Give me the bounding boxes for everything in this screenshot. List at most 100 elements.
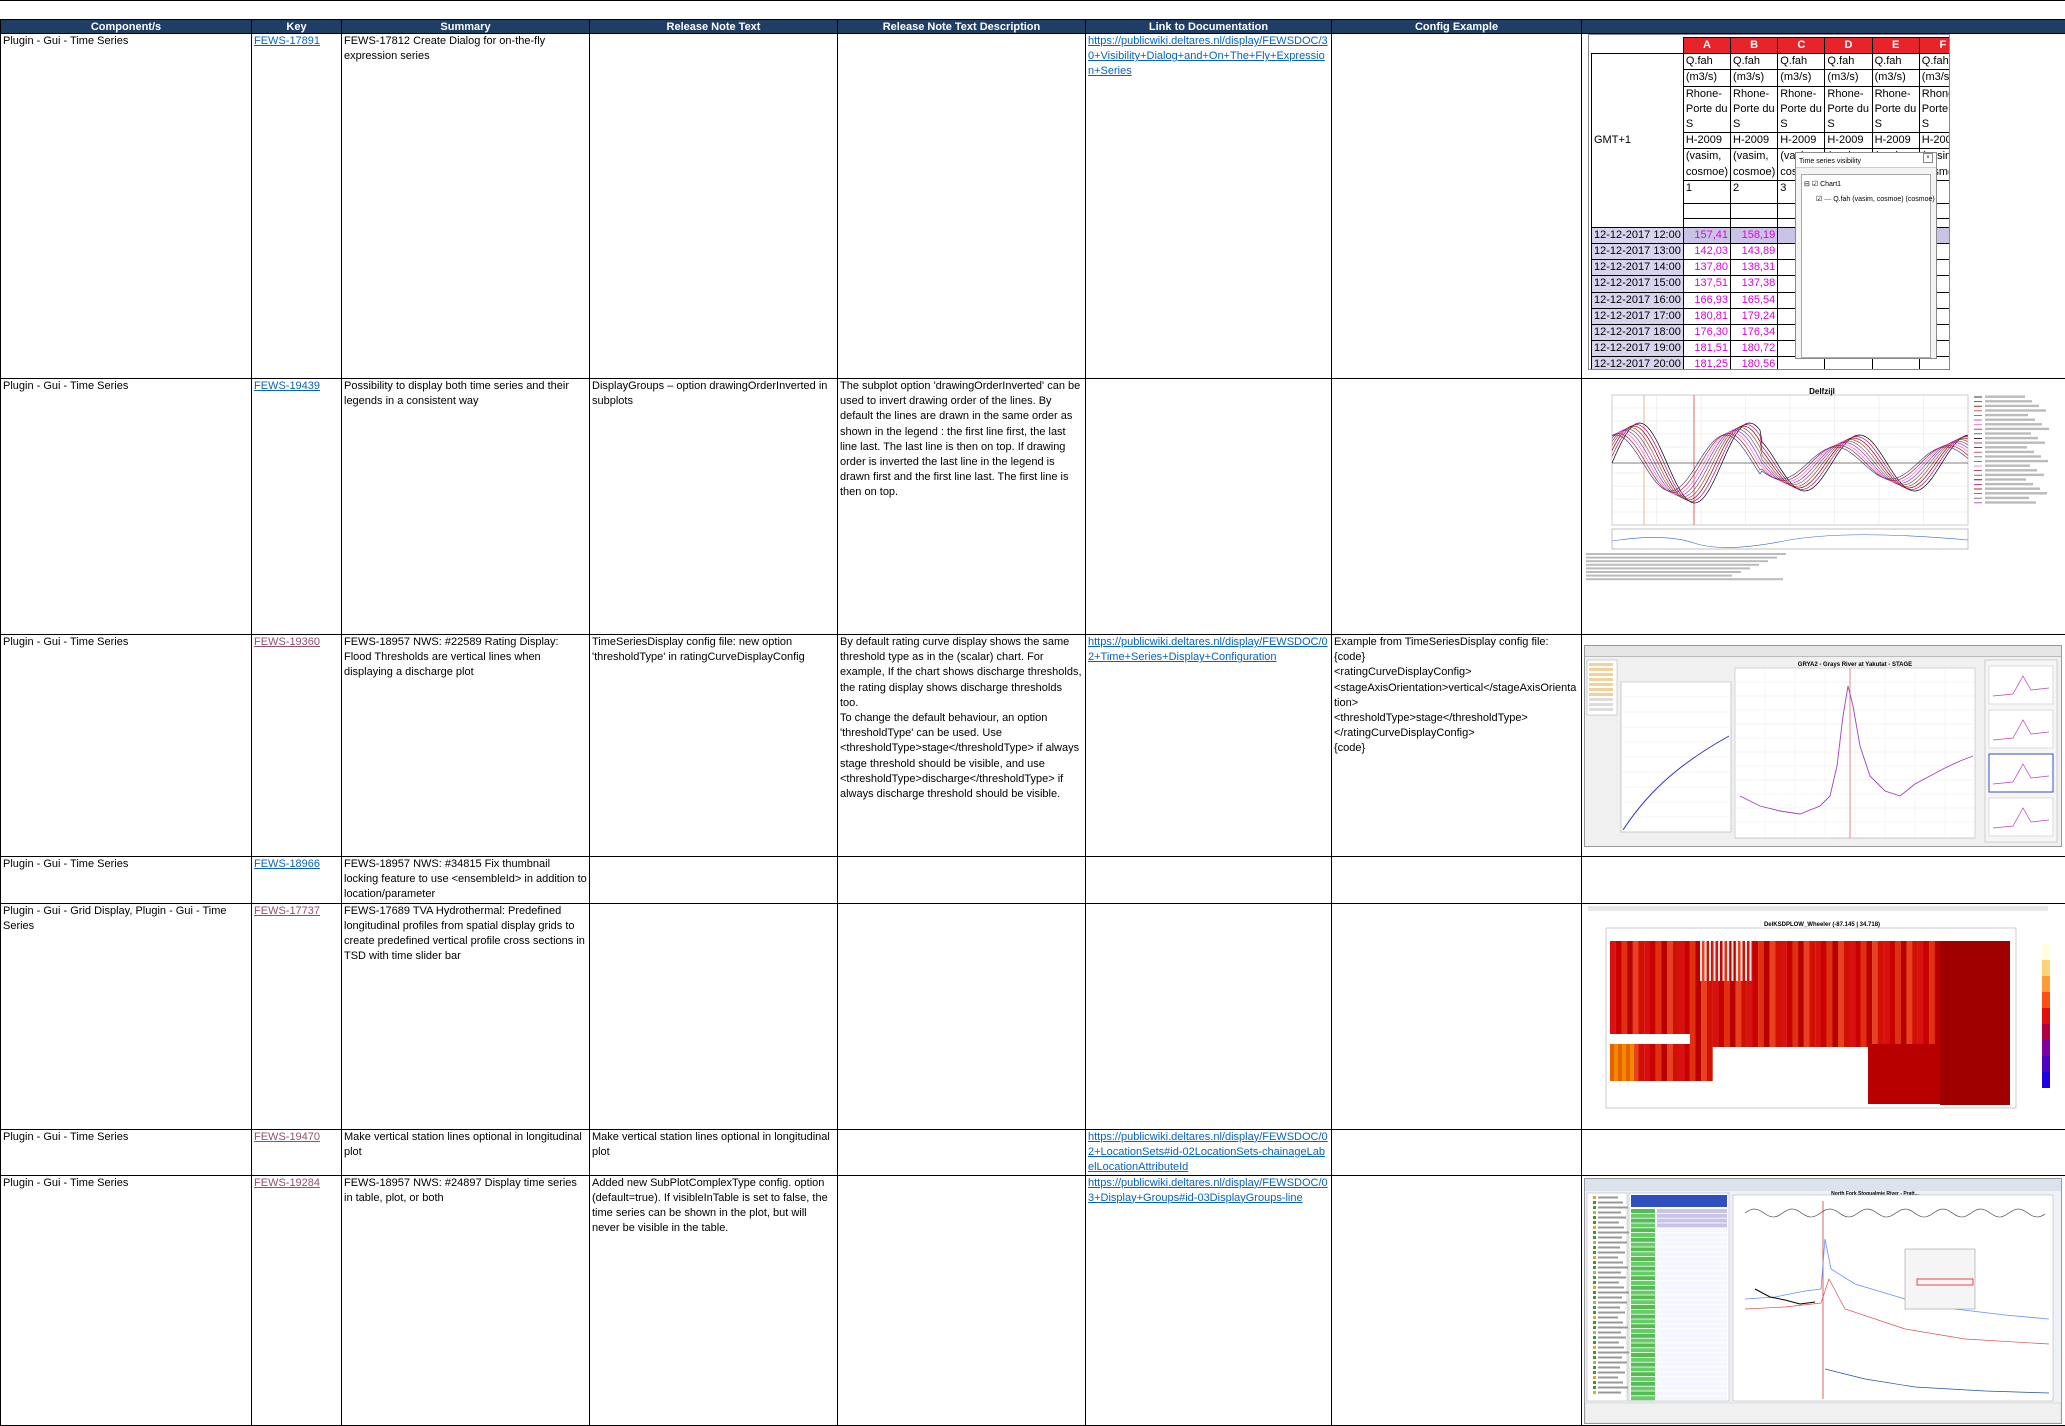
value-cell[interactable]: 176,30 xyxy=(1683,325,1730,341)
column-letter[interactable]: E xyxy=(1872,38,1919,54)
checkbox-checked-icon[interactable]: ☑ xyxy=(1816,196,1822,203)
value-cell[interactable]: 142,03 xyxy=(1683,244,1730,260)
cell-release-note-description[interactable] xyxy=(838,857,1086,904)
value-cell[interactable]: 137,51 xyxy=(1683,276,1730,292)
cell-release-note-description[interactable] xyxy=(838,903,1086,1129)
value-cell[interactable]: 157,41 xyxy=(1683,227,1730,243)
value-cell[interactable]: 179,24 xyxy=(1731,308,1778,324)
legend-text xyxy=(1985,497,2029,499)
checkbox-checked-icon[interactable]: ☑ xyxy=(1812,181,1818,188)
cell-release-note-description[interactable]: By default rating curve display shows th… xyxy=(840,635,1083,711)
value-cell[interactable]: 181,25 xyxy=(1683,357,1730,370)
table-cell xyxy=(1631,1343,1655,1347)
cell-summary[interactable]: FEWS-17689 TVA Hydrothermal: Predefined … xyxy=(342,903,590,1129)
value-cell[interactable]: 180,72 xyxy=(1731,341,1778,357)
table-cell xyxy=(1631,1314,1655,1318)
cell-component[interactable]: Plugin - Gui - Time Series xyxy=(1,379,252,635)
heatmap-cell xyxy=(1650,941,1656,1081)
documentation-link[interactable]: https://publicwiki.deltares.nl/display/F… xyxy=(1088,1131,1328,1173)
cell-config-example[interactable] xyxy=(1332,1129,1582,1175)
issue-link[interactable]: FEWS-18966 xyxy=(254,858,320,870)
header-component[interactable]: Component/s xyxy=(1,20,252,34)
cell-config-example[interactable] xyxy=(1332,857,1582,904)
cell-component[interactable]: Plugin - Gui - Time Series xyxy=(1,1129,252,1175)
column-letter[interactable]: C xyxy=(1778,38,1825,54)
value-cell[interactable]: 138,31 xyxy=(1731,260,1778,276)
cell-config-example[interactable] xyxy=(1332,1175,1582,1425)
cell-release-note-description[interactable] xyxy=(838,1129,1086,1175)
column-letter[interactable]: D xyxy=(1825,38,1872,54)
date-cell[interactable]: 12-12-2017 17:00 xyxy=(1592,308,1684,324)
table-header xyxy=(1631,1195,1727,1207)
documentation-link[interactable]: https://publicwiki.deltares.nl/display/F… xyxy=(1088,636,1328,663)
cell-config-example[interactable] xyxy=(1332,903,1582,1129)
cell-component[interactable]: Plugin - Gui - Time Series xyxy=(1,635,252,857)
issue-link[interactable]: FEWS-17891 xyxy=(254,35,320,47)
cell-release-note-description-2[interactable]: To change the default behaviour, an opti… xyxy=(840,711,1083,802)
cell-release-note-description[interactable]: The subplot option 'drawingOrderInverted… xyxy=(838,379,1086,635)
date-cell[interactable]: 12-12-2017 16:00 xyxy=(1592,292,1684,308)
collapse-icon[interactable]: ⊟ xyxy=(1804,181,1810,188)
documentation-link[interactable]: https://publicwiki.deltares.nl/display/F… xyxy=(1088,35,1328,77)
cell-config-example[interactable] xyxy=(1332,379,1582,635)
value-cell[interactable]: 180,56 xyxy=(1731,357,1778,370)
value-cell[interactable]: 165,54 xyxy=(1731,292,1778,308)
cell-release-note-text[interactable] xyxy=(590,903,838,1129)
date-cell[interactable]: 12-12-2017 19:00 xyxy=(1592,341,1684,357)
cell-summary[interactable]: FEWS-18957 NWS: #24897 Display time seri… xyxy=(342,1175,590,1425)
cell-release-note-text[interactable]: Make vertical station lines optional in … xyxy=(590,1129,838,1175)
column-letter[interactable]: A xyxy=(1683,38,1730,54)
heatmap-cell xyxy=(1886,1044,1892,1104)
date-cell[interactable]: 12-12-2017 14:00 xyxy=(1592,260,1684,276)
value-cell[interactable]: 166,93 xyxy=(1683,292,1730,308)
header-release-note-text[interactable]: Release Note Text xyxy=(590,20,838,34)
date-cell[interactable]: 12-12-2017 18:00 xyxy=(1592,325,1684,341)
close-icon[interactable]: × xyxy=(1923,153,1933,163)
date-cell[interactable]: 12-12-2017 20:00 xyxy=(1592,357,1684,370)
header-link-to-documentation[interactable]: Link to Documentation xyxy=(1086,20,1332,34)
cell-release-note-text[interactable] xyxy=(590,34,838,379)
header-summary[interactable]: Summary xyxy=(342,20,590,34)
date-cell[interactable]: 12-12-2017 15:00 xyxy=(1592,276,1684,292)
cell-release-note-text[interactable] xyxy=(590,857,838,904)
issue-link[interactable]: FEWS-19470 xyxy=(254,1131,320,1143)
cell-summary[interactable]: Make vertical station lines optional in … xyxy=(342,1129,590,1175)
cell-component[interactable]: Plugin - Gui - Grid Display, Plugin - Gu… xyxy=(1,903,252,1129)
cell-component[interactable]: Plugin - Gui - Time Series xyxy=(1,1175,252,1425)
cell-release-note-text[interactable]: TimeSeriesDisplay config file: new optio… xyxy=(590,635,838,857)
date-cell[interactable]: 12-12-2017 12:00 xyxy=(1592,227,1684,243)
cell-summary[interactable]: FEWS-18957 NWS: #22589 Rating Display: F… xyxy=(342,635,590,857)
value-cell[interactable]: 180,81 xyxy=(1683,308,1730,324)
issue-link[interactable]: FEWS-17737 xyxy=(254,905,320,917)
cell-release-note-description[interactable] xyxy=(838,34,1086,379)
value-cell[interactable]: 137,38 xyxy=(1731,276,1778,292)
value-cell[interactable]: 143,89 xyxy=(1731,244,1778,260)
header-config-example[interactable]: Config Example xyxy=(1332,20,1582,34)
cell-component[interactable]: Plugin - Gui - Time Series xyxy=(1,34,252,379)
documentation-link[interactable]: https://publicwiki.deltares.nl/display/F… xyxy=(1088,1177,1328,1204)
tree-label xyxy=(1598,1266,1628,1268)
cell-summary[interactable]: FEWS-17812 Create Dialog for on-the-fly … xyxy=(342,34,590,379)
cell-release-note-text[interactable]: Added new SubPlotComplexType config. opt… xyxy=(590,1175,838,1425)
value-cell[interactable]: 176,34 xyxy=(1731,325,1778,341)
date-cell[interactable]: 12-12-2017 13:00 xyxy=(1592,244,1684,260)
subplot-area xyxy=(1612,529,1968,549)
issue-link[interactable]: FEWS-19439 xyxy=(254,380,320,392)
cell-release-note-text[interactable]: DisplayGroups – option drawingOrderInver… xyxy=(590,379,838,635)
cell-release-note-description[interactable] xyxy=(838,1175,1086,1425)
column-letter[interactable]: B xyxy=(1731,38,1778,54)
value-cell[interactable]: 158,19 xyxy=(1731,227,1778,243)
cell-config-example[interactable] xyxy=(1332,34,1582,379)
value-cell[interactable]: 137,80 xyxy=(1683,260,1730,276)
value-cell[interactable]: 181,51 xyxy=(1683,341,1730,357)
column-letter[interactable]: F xyxy=(1919,38,1950,54)
issue-link[interactable]: FEWS-19284 xyxy=(254,1177,320,1189)
cell-summary[interactable]: FEWS-18957 NWS: #34815 Fix thumbnail loc… xyxy=(342,857,590,904)
cell-config-example[interactable]: Example from TimeSeriesDisplay config fi… xyxy=(1332,635,1582,857)
issue-link[interactable]: FEWS-19360 xyxy=(254,636,320,648)
header-key[interactable]: Key xyxy=(252,20,342,34)
cell-component[interactable]: Plugin - Gui - Time Series xyxy=(1,857,252,904)
cell-summary[interactable]: Possibility to display both time series … xyxy=(342,379,590,635)
header-release-note-description[interactable]: Release Note Text Description xyxy=(838,20,1086,34)
header-screenshot[interactable] xyxy=(1582,20,2065,34)
